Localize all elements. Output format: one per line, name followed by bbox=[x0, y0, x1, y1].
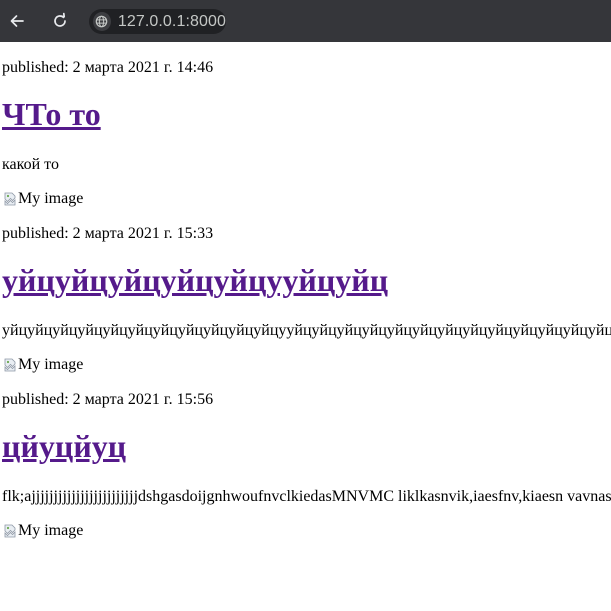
site-info-button[interactable] bbox=[93, 12, 111, 31]
post-image: My image bbox=[2, 355, 83, 374]
arrow-left-icon bbox=[10, 15, 24, 27]
post-image: My image bbox=[2, 521, 83, 540]
broken-image-icon bbox=[4, 192, 16, 205]
url-text: 127.0.0.1:8000 bbox=[117, 12, 226, 30]
post-description: уйцуйцуйцуйцуйцуйцуйцуйцуйцуйцуйцууйцуйц… bbox=[2, 322, 611, 339]
post-title-link[interactable]: цйуцйуц bbox=[2, 428, 126, 465]
globe-icon bbox=[96, 15, 108, 28]
image-alt-text: My image bbox=[18, 522, 84, 539]
broken-image-icon bbox=[4, 524, 16, 537]
address-bar[interactable]: 127.0.0.1:8000 bbox=[89, 9, 226, 34]
post-published-date: published: 2 марта 2021 г. 14:46 bbox=[2, 59, 214, 76]
post-description: flk;ajjjjjjjjjjjjjjjjjjjjjjjjdshgasdoijg… bbox=[2, 488, 611, 505]
post-image: My image bbox=[2, 189, 83, 208]
post-title-link[interactable]: уйцуйцуйцуйцуйцууйцуйц bbox=[2, 262, 388, 299]
reload-icon bbox=[54, 12, 66, 27]
image-alt-text: My image bbox=[18, 356, 84, 373]
reload-button[interactable] bbox=[48, 9, 72, 33]
post-published-date: published: 2 марта 2021 г. 15:56 bbox=[2, 391, 214, 408]
back-button[interactable] bbox=[5, 9, 29, 33]
post-description: какой то bbox=[2, 156, 59, 173]
broken-image-icon bbox=[4, 358, 16, 371]
image-alt-text: My image bbox=[18, 190, 84, 207]
browser-toolbar: 127.0.0.1:8000 bbox=[0, 0, 611, 42]
page-content: published: 2 марта 2021 г. 14:46 ЧТо то … bbox=[0, 42, 611, 611]
post-published-date: published: 2 марта 2021 г. 15:33 bbox=[2, 225, 214, 242]
post-title-link[interactable]: ЧТо то bbox=[2, 96, 101, 133]
